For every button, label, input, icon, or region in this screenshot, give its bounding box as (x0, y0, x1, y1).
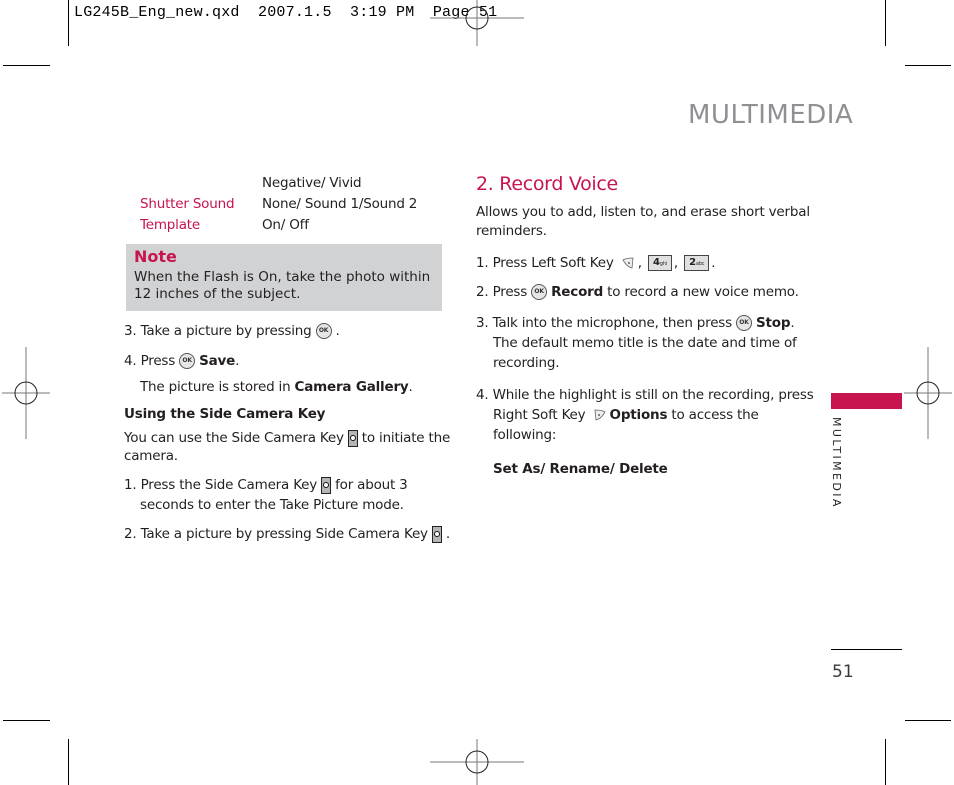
ok-key-icon: OK (531, 284, 548, 300)
right-soft-key-icon (594, 409, 606, 421)
registration-mark-top (430, 0, 524, 46)
intro-text: Allows you to add, listen to, and erase … (476, 203, 810, 241)
step-text: . (335, 323, 340, 339)
crop-mark (905, 65, 951, 66)
stored-note: The picture is stored in Camera Gallery. (140, 377, 413, 397)
save-label: Save (199, 353, 236, 369)
record-label: Record (551, 284, 604, 300)
side-camera-key-icon (347, 429, 358, 447)
note-text: When the Flash is On, take the photo wit… (134, 269, 431, 302)
crop-mark (885, 0, 886, 46)
crop-mark (905, 720, 951, 721)
step-text: The default memo title is the date and t… (493, 335, 797, 351)
page-number: 51 (832, 662, 854, 682)
record-step-2: 2. Press OK Record to record a new voice m… (476, 282, 799, 302)
settings-label: Template (140, 217, 201, 233)
section-heading: 2. Record Voice (476, 173, 618, 195)
section-title: MULTIMEDIA (688, 100, 854, 130)
left-soft-key-icon (622, 257, 634, 269)
step-text: Right Soft Key (493, 407, 586, 423)
stop-label: Stop (755, 315, 791, 331)
step-text: . (445, 526, 450, 542)
step-text: 3. Take a picture by pressing (124, 323, 312, 339)
key-4-icon: 4ghi (647, 255, 672, 271)
settings-value: On/ Off (262, 217, 309, 233)
side-camera-key-icon (431, 525, 442, 543)
options-list: Set As/ Rename/ Delete (493, 461, 668, 477)
step-text: 4. Press (124, 353, 176, 369)
step-text: . (235, 353, 240, 369)
settings-value: Negative/ Vivid (262, 175, 362, 191)
intro-text: You can use the Side Camera Key (124, 430, 344, 446)
side-key-intro: You can use the Side Camera Key to initia… (124, 429, 450, 465)
step-text: following: (493, 427, 557, 443)
step-text: 1. Press Left Soft Key (476, 255, 614, 271)
registration-mark-left (2, 347, 50, 439)
key-letters: ghi (659, 261, 667, 267)
settings-label: Shutter Sound (140, 196, 235, 212)
step-text: for about 3 (335, 477, 408, 493)
step-text: . (408, 379, 413, 395)
crop-mark (885, 739, 886, 785)
step-text: to access the (671, 407, 759, 423)
step-text: 1. Press the Side Camera Key (124, 477, 318, 493)
step-text: to record a new voice memo. (607, 284, 799, 300)
step-text: 2. Take a picture by pressing Side Camer… (124, 526, 428, 542)
ok-key-icon: OK (735, 315, 752, 331)
intro-line: reminders. (476, 223, 547, 239)
crop-mark (68, 739, 69, 785)
side-camera-key-icon (321, 476, 332, 494)
key-letters: abc (695, 261, 705, 267)
settings-row: Negative/ Vivid (262, 173, 362, 193)
side-tab-label: MULTIMEDIA (830, 417, 843, 509)
side-step-2: 2. Take a picture by pressing Side Camer… (124, 524, 450, 544)
step-text: 2. Press (476, 284, 528, 300)
key-digit: 2 (689, 257, 696, 268)
ok-key-icon: OK (315, 323, 332, 339)
settings-value: None/ Sound 1/Sound 2 (262, 196, 418, 212)
crop-mark (3, 65, 50, 66)
step-text: 3. Talk into the microphone, then press (476, 315, 732, 331)
step-text: seconds to enter the Take Picture mode. (140, 497, 404, 513)
ok-key-icon: OK (179, 353, 196, 369)
step-4: 4. Press OK Save. (124, 351, 239, 371)
subheading: Using the Side Camera Key (124, 406, 326, 422)
intro-text: to initiate the (361, 430, 451, 446)
page-number-rule (831, 649, 902, 650)
intro-line: Allows you to add, listen to, and erase … (476, 204, 810, 220)
step-3: 3. Take a picture by pressing OK. (124, 321, 340, 341)
step-text: 4. While the highlight is still on the r… (476, 387, 814, 403)
record-step-3: 3. Talk into the microphone, then press O… (476, 315, 797, 371)
record-step-1: 1. Press Left Soft Key , 4ghi, 2abc. (476, 255, 716, 271)
registration-mark-right (904, 347, 952, 439)
intro-text: camera. (124, 448, 178, 464)
note-box: Note When the Flash is On, take the phot… (126, 244, 442, 311)
key-digit: 4 (652, 257, 660, 268)
camera-gallery-label: Camera Gallery (294, 379, 409, 395)
step-text: recording. (493, 355, 560, 371)
crop-mark (3, 720, 50, 721)
crop-mark (68, 0, 69, 46)
side-step-1: 1. Press the Side Camera Key for about 3 … (124, 475, 408, 515)
note-title: Note (134, 247, 177, 266)
side-tab-bar (831, 393, 902, 409)
step-text: The picture is stored in (140, 379, 295, 395)
key-2-icon: 2abc (684, 255, 710, 271)
record-step-4: 4. While the highlight is still on the r… (476, 385, 814, 445)
registration-mark-bottom (430, 739, 524, 785)
options-label: Options (609, 407, 668, 423)
